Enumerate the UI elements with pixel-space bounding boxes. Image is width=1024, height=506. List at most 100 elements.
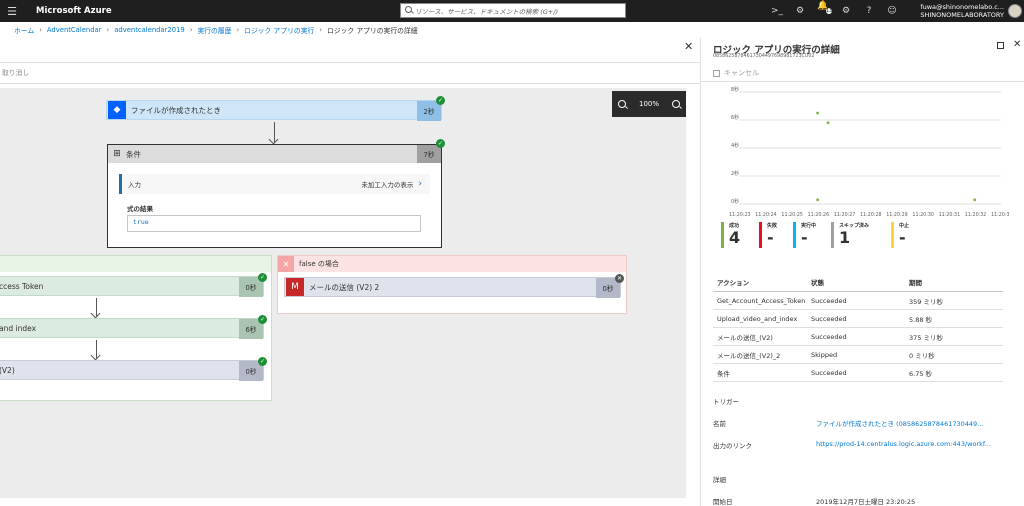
action-duration: 6.75 秒 bbox=[909, 369, 933, 378]
trigger-section-title: トリガー bbox=[713, 398, 739, 406]
action-step-send-mail-2[interactable]: M メールの送信 (V2) 2 0秒 bbox=[284, 277, 621, 298]
column-header[interactable]: アクション bbox=[713, 277, 811, 287]
breadcrumb-current: ロジック アプリの実行の詳細 bbox=[327, 27, 418, 35]
chart-grid bbox=[739, 91, 1001, 205]
start-date-label: 開始日 bbox=[713, 498, 733, 506]
breadcrumb-home[interactable]: ホーム bbox=[14, 25, 34, 35]
action-status: Succeeded bbox=[811, 296, 847, 305]
zoom-out-icon[interactable] bbox=[671, 100, 680, 108]
run-id: 08586258784617304497698981723CU02 bbox=[713, 54, 815, 59]
start-date-value: 2019年12月7日土曜日 23:20:25 bbox=[816, 498, 916, 506]
condition-step[interactable]: ⊞ 条件 7秒 入力 未加工入力の表示 › 式の結果 true bbox=[107, 144, 442, 248]
condition-inputs-row[interactable]: 入力 未加工入力の表示 › bbox=[119, 174, 430, 194]
settings-icon[interactable]: ⚙ bbox=[839, 6, 853, 16]
expression-result-value: true bbox=[127, 215, 421, 232]
y-tick-label: 8秒 bbox=[731, 86, 739, 93]
table-row[interactable]: Upload_video_and_index Succeeded 5.88 秒 bbox=[713, 310, 1003, 328]
chart-point bbox=[973, 198, 977, 202]
cancel-label: キャンセル bbox=[724, 69, 759, 77]
details-section-title: 詳細 bbox=[713, 476, 726, 484]
success-check-icon: ✓ bbox=[258, 357, 267, 366]
action-name: メールの送信_(V2) bbox=[717, 333, 773, 342]
table-row[interactable]: メールの送信_(V2)_2 Skipped 0 ミリ秒 bbox=[713, 346, 1003, 364]
flow-arrow bbox=[96, 340, 97, 358]
cancel-run-button[interactable]: キャンセル bbox=[713, 68, 759, 78]
close-icon[interactable]: ✕ bbox=[684, 40, 693, 53]
run-stats: 成功 4 失敗 - 実行中 - スキップ済み 1 中止 - bbox=[721, 222, 1001, 252]
column-header[interactable]: 状態 bbox=[811, 277, 909, 287]
show-raw-inputs-link[interactable]: 未加工入力の表示 › bbox=[361, 179, 422, 189]
user-email: fuwa@shinonomelabo.c... bbox=[920, 3, 1004, 11]
x-tick-label: 11:20:30 bbox=[912, 212, 934, 218]
designer-canvas[interactable]: 100% ◆ ファイルが作成されたとき 2秒 ✓ ⊞ 条件 7秒 入力 未加工入… bbox=[0, 88, 686, 498]
cloud-shell-icon[interactable]: >_ bbox=[770, 6, 784, 16]
stat-running: 実行中 - bbox=[793, 222, 826, 248]
success-check-icon: ✓ bbox=[436, 139, 445, 148]
search-input[interactable]: リソース、サービス、ドキュメントの検索 (G+/) bbox=[400, 3, 626, 18]
action-step-access-token[interactable]: ccess Token 0秒 bbox=[0, 276, 264, 297]
action-step-send-mail[interactable]: (V2) 0秒 bbox=[0, 360, 264, 381]
breadcrumb-app[interactable]: adventcalendar2019 bbox=[114, 26, 185, 34]
stat-aborted: 中止 - bbox=[891, 222, 924, 248]
menu-icon[interactable]: ☰ bbox=[0, 5, 24, 18]
notifications-icon[interactable]: 🔔13 bbox=[816, 1, 833, 21]
x-tick-label: 11:20:31 bbox=[939, 212, 961, 218]
stat-value: - bbox=[801, 228, 808, 247]
false-branch-header[interactable]: ✕ false の場合 bbox=[278, 256, 626, 272]
action-status: Succeeded bbox=[811, 332, 847, 341]
chevron-right-icon: › bbox=[418, 179, 422, 189]
breadcrumb-advent[interactable]: AdventCalendar bbox=[47, 26, 102, 34]
condition-header[interactable]: ⊞ 条件 7秒 bbox=[108, 145, 441, 163]
breadcrumb-run[interactable]: ロジック アプリの実行 bbox=[244, 25, 314, 35]
x-tick-label: 11:20:32 bbox=[965, 212, 987, 218]
cancel-checkbox-icon bbox=[713, 69, 720, 77]
stat-skipped: スキップ済み 1 bbox=[831, 222, 875, 248]
chart-points bbox=[816, 111, 977, 202]
brand-title[interactable]: Microsoft Azure bbox=[36, 6, 112, 16]
help-icon[interactable]: ? bbox=[862, 6, 876, 16]
column-header[interactable]: 期間 bbox=[909, 277, 1003, 287]
step-label: ccess Token bbox=[0, 281, 44, 291]
trigger-name-link[interactable]: ファイルが作成されたとき (0858625878461730449... bbox=[816, 418, 1001, 428]
x-tick-label: 11:20:27 bbox=[834, 212, 856, 218]
duration-chart: 8秒6秒4秒2秒0秒 11:20:23 11:20:24 11:20:25 11:20… bbox=[729, 86, 1009, 218]
x-tick-label: 11:20:29 bbox=[886, 212, 908, 218]
flow-arrow bbox=[274, 122, 275, 142]
trigger-step[interactable]: ◆ ファイルが作成されたとき 2秒 bbox=[106, 100, 442, 121]
maximize-icon[interactable] bbox=[997, 42, 1004, 49]
run-details-panel: ロジック アプリの実行の詳細 0858625878461730449769898… bbox=[700, 38, 1024, 506]
success-check-icon: ✓ bbox=[258, 273, 267, 282]
table-row[interactable]: 条件 Succeeded 6.75 秒 bbox=[713, 364, 1003, 382]
flow-arrow bbox=[96, 298, 97, 316]
avatar[interactable] bbox=[1008, 4, 1022, 18]
directory-filter-icon[interactable]: ⚙ bbox=[793, 6, 807, 16]
step-label: and index bbox=[0, 323, 37, 333]
divider bbox=[701, 81, 1024, 82]
action-status: Succeeded bbox=[811, 314, 847, 323]
output-link[interactable]: https://prod-14.centralus.logic.azure.co… bbox=[816, 440, 1001, 450]
breadcrumb-history[interactable]: 実行の履歴 bbox=[197, 25, 231, 35]
output-link-label: 出力のリンク bbox=[713, 442, 752, 450]
notification-badge: 13 bbox=[825, 8, 833, 14]
show-raw-inputs-label: 未加工入力の表示 bbox=[361, 181, 414, 189]
gmail-icon: M bbox=[286, 278, 304, 296]
stat-value: 1 bbox=[839, 228, 851, 247]
close-icon[interactable]: ✕ bbox=[1013, 39, 1021, 50]
stat-value: - bbox=[899, 228, 906, 247]
table-row[interactable]: メールの送信_(V2) Succeeded 375 ミリ秒 bbox=[713, 328, 1003, 346]
condition-icon: ⊞ bbox=[113, 149, 121, 159]
action-step-upload-index[interactable]: and index 6秒 bbox=[0, 318, 264, 339]
user-info[interactable]: fuwa@shinonomelabo.c... SHINONOMELABORAT… bbox=[918, 3, 1004, 19]
table-row[interactable]: Get_Account_Access_Token Succeeded 359 ミ… bbox=[713, 292, 1003, 310]
true-branch-header bbox=[0, 256, 271, 272]
success-check-icon: ✓ bbox=[436, 96, 445, 105]
y-tick-label: 4秒 bbox=[731, 142, 739, 149]
output-link-row: 出力のリンク https://prod-14.centralus.logic.a… bbox=[713, 440, 1013, 450]
x-tick-label: 11:20:28 bbox=[860, 212, 882, 218]
zoom-in-icon[interactable] bbox=[618, 100, 627, 108]
breadcrumb: ホーム › AdventCalendar › adventcalendar2019 ›… bbox=[0, 22, 1024, 38]
zoom-controls: 100% bbox=[612, 91, 686, 117]
feedback-icon[interactable]: ☺ bbox=[885, 6, 899, 16]
cancel-command[interactable]: 取り消し bbox=[2, 69, 29, 77]
x-tick-label: 11:20:23 bbox=[729, 212, 751, 218]
